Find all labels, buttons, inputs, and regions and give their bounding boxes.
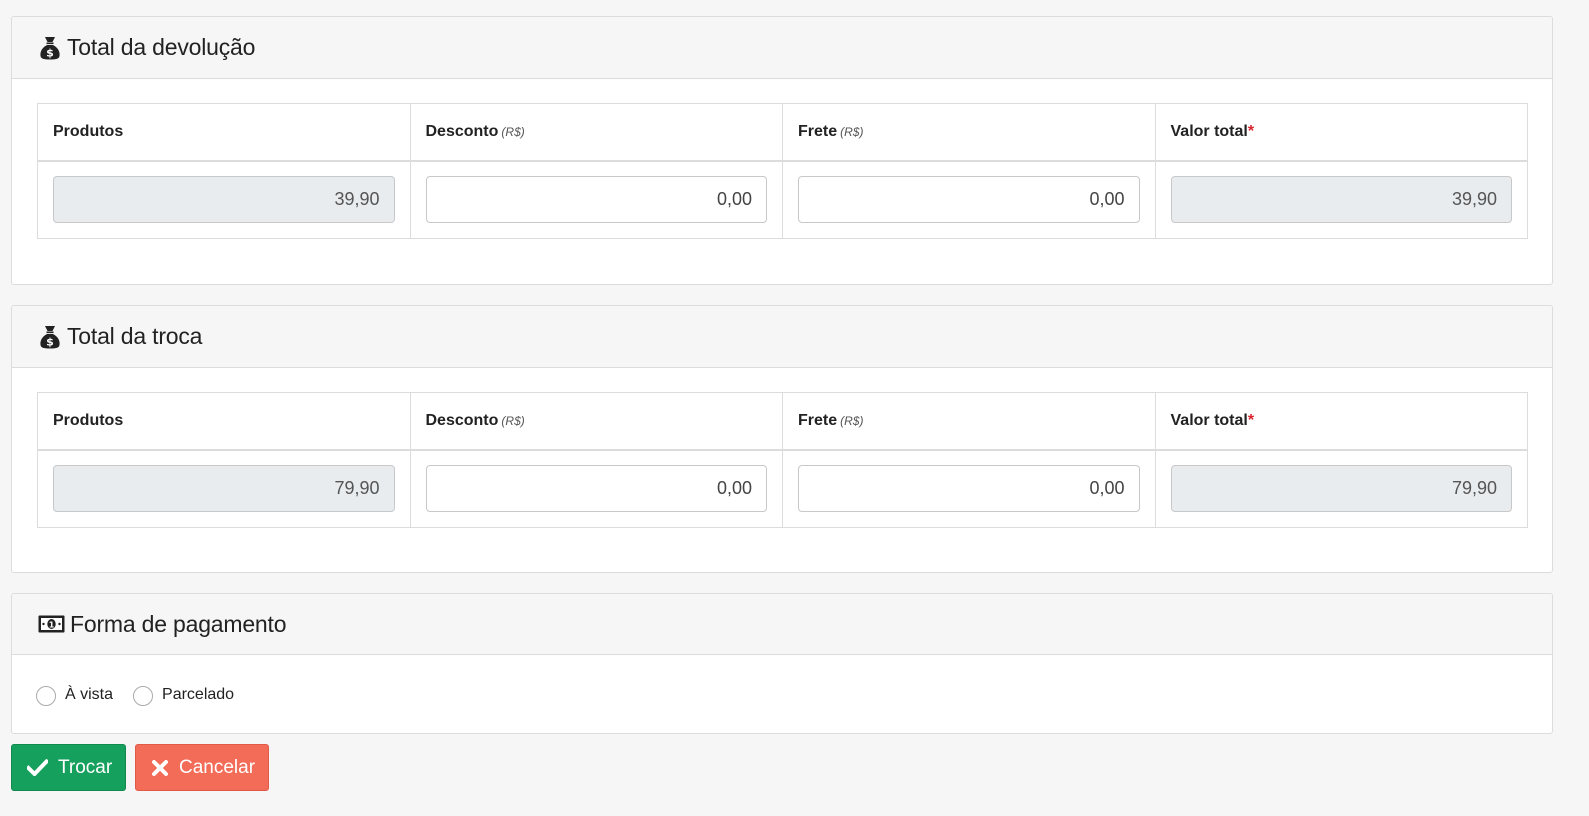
money-bag-icon: $ [38, 325, 62, 349]
exchange-total-header: $ Total da troca [12, 306, 1552, 368]
a-vista-label: À vista [65, 685, 114, 703]
svg-text:$: $ [46, 46, 54, 59]
payment-option-a-vista[interactable]: À vista [36, 684, 113, 706]
svg-text:$: $ [46, 335, 54, 348]
column-header-valor-total: Valor total* [1154, 392, 1528, 451]
table-row [37, 449, 1528, 528]
money-bag-icon: $ [38, 36, 62, 60]
column-header-valor-total: Valor total* [1154, 103, 1528, 162]
svg-text:1: 1 [49, 620, 55, 629]
parcelado-radio[interactable] [133, 685, 154, 706]
trocar-button[interactable]: Trocar [11, 744, 126, 791]
payment-method-title: Forma de pagamento [70, 610, 287, 637]
exchange-total-title: Total da troca [67, 323, 203, 349]
return-total-header: $ Total da devolução [12, 17, 1552, 79]
column-header-desconto: Desconto (R$) [409, 392, 783, 451]
return-frete-input[interactable] [798, 176, 1140, 224]
times-icon [151, 759, 169, 777]
return-total-title: Total da devolução [67, 34, 256, 60]
required-marker: * [1247, 411, 1255, 429]
table-row [37, 160, 1528, 239]
return-desconto-input[interactable] [425, 176, 767, 224]
exchange-valor-total-input [1170, 465, 1512, 513]
column-header-produtos: Produtos [37, 103, 411, 162]
payment-option-parcelado[interactable]: Parcelado [133, 684, 234, 706]
exchange-total-panel: $ Total da troca Produtos Desconto (R$) F… [11, 305, 1553, 573]
return-produtos-input [53, 176, 395, 224]
required-marker: * [1247, 122, 1255, 140]
check-icon [27, 759, 48, 776]
trocar-label: Trocar [58, 756, 113, 778]
payment-method-header: 1 Forma de pagamento [12, 594, 1552, 655]
column-header-frete: Frete (R$) [782, 103, 1156, 162]
cancelar-button[interactable]: Cancelar [135, 744, 269, 791]
column-header-desconto: Desconto (R$) [409, 103, 783, 162]
exchange-frete-input[interactable] [798, 465, 1140, 513]
column-header-frete: Frete (R$) [782, 392, 1156, 451]
banknote-icon: 1 [38, 612, 65, 636]
column-header-produtos: Produtos [37, 392, 411, 451]
return-valor-total-input [1170, 176, 1512, 224]
parcelado-label: Parcelado [162, 685, 235, 703]
payment-options: À vista Parcelado [12, 655, 1552, 733]
return-total-panel: $ Total da devolução Produtos Desconto (R… [11, 16, 1553, 285]
cancelar-label: Cancelar [179, 756, 256, 778]
exchange-produtos-input [53, 465, 395, 513]
return-total-table: Produtos Desconto (R$) Frete (R$) Valor to… [37, 103, 1528, 239]
exchange-desconto-input[interactable] [425, 465, 767, 513]
exchange-total-table: Produtos Desconto (R$) Frete (R$) Valor to… [37, 392, 1528, 528]
a-vista-radio[interactable] [36, 685, 56, 706]
payment-method-panel: 1 Forma de pagamento À vista Parcelado [11, 593, 1553, 734]
